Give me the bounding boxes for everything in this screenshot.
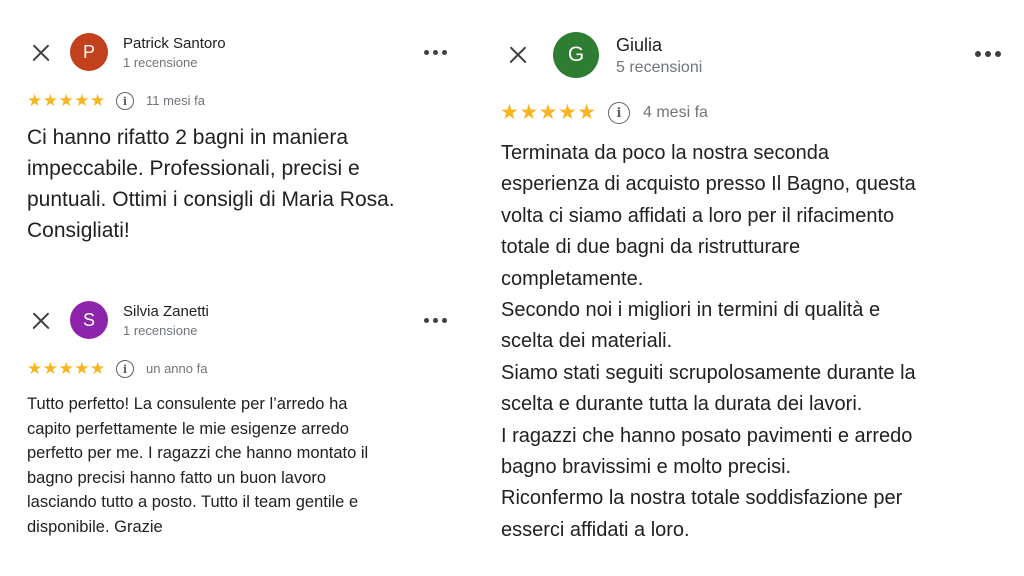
info-icon[interactable]: i — [116, 360, 134, 378]
review-text: Terminata da poco la nostra seconda espe… — [501, 142, 916, 541]
star-rating: ★★★★★ — [27, 360, 106, 377]
review-time: 11 mesi fa — [146, 93, 206, 108]
review-card-silvia: S Silvia Zanetti 1 recensione ★★★★★ i un… — [0, 290, 470, 560]
review-time: un anno fa — [146, 361, 208, 376]
reviewer-name[interactable]: Giulia — [616, 35, 662, 56]
review-text: Tutto perfetto! La consulente per l’arre… — [27, 395, 369, 536]
close-icon[interactable] — [29, 309, 53, 333]
close-icon[interactable] — [506, 43, 530, 67]
more-options-icon[interactable] — [975, 44, 1001, 64]
reviewer-name[interactable]: Patrick Santoro — [123, 35, 226, 52]
review-card-patrick: P Patrick Santoro 1 recensione ★★★★★ i 1… — [0, 0, 470, 270]
review-time: 4 mesi fa — [643, 104, 708, 121]
avatar: G — [553, 32, 599, 78]
review-text: Ci hanno rifatto 2 bagni in maniera impe… — [27, 126, 395, 242]
reviewer-name[interactable]: Silvia Zanetti — [123, 303, 209, 320]
info-icon[interactable]: i — [116, 92, 134, 110]
avatar: S — [70, 301, 108, 339]
info-icon[interactable]: i — [608, 102, 630, 124]
star-icons: ★★★★★ — [500, 101, 597, 124]
star-icons: ★★★★★ — [27, 91, 106, 110]
review-count: 1 recensione — [123, 323, 198, 338]
star-icons: ★★★★★ — [27, 359, 106, 378]
star-rating: ★★★★★ — [500, 102, 597, 123]
review-card-giulia: G Giulia 5 recensioni ★★★★★ i 4 mesi fa … — [480, 0, 1024, 576]
close-icon[interactable] — [29, 41, 53, 65]
more-options-icon[interactable] — [424, 42, 447, 62]
review-count: 1 recensione — [123, 55, 198, 70]
avatar: P — [70, 33, 108, 71]
star-rating: ★★★★★ — [27, 92, 106, 109]
review-count: 5 recensioni — [616, 59, 703, 76]
more-options-icon[interactable] — [424, 310, 447, 330]
